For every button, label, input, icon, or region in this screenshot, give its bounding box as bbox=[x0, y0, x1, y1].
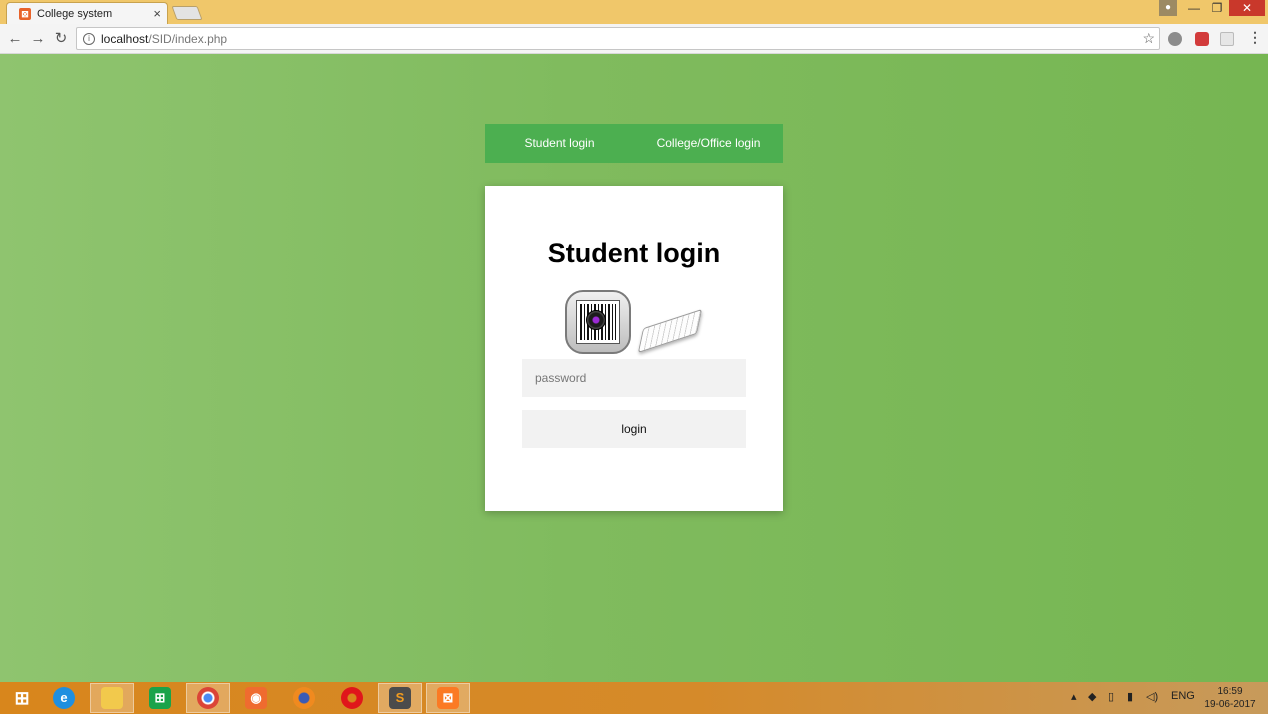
chrome-icon[interactable] bbox=[186, 683, 230, 713]
scanner-frame bbox=[576, 300, 620, 344]
nav-college-office-login[interactable]: College/Office login bbox=[634, 124, 783, 163]
browser-menu-icon[interactable]: ⋮ bbox=[1248, 29, 1262, 46]
orange-app-logo: ◉ bbox=[245, 687, 267, 709]
nav-student-login[interactable]: Student login bbox=[485, 124, 634, 163]
login-type-nav: Student login College/Office login bbox=[485, 124, 783, 163]
page-background: Student login College/Office login Stude… bbox=[0, 54, 1268, 682]
extension-box-icon[interactable] bbox=[1220, 32, 1234, 46]
opera-icon[interactable] bbox=[330, 683, 374, 713]
close-window-button[interactable]: ✕ bbox=[1229, 0, 1265, 16]
bookmark-star-icon[interactable]: ☆ bbox=[1142, 30, 1155, 47]
info-icon[interactable]: i bbox=[83, 32, 95, 45]
card-title: Student login bbox=[547, 238, 721, 268]
opera-logo bbox=[341, 687, 363, 709]
user-profile-icon[interactable]: ● bbox=[1159, 0, 1177, 16]
windows-taskbar: ⊞ e ⊞ ◉ S ⊠ ▴ ◆ ▯ ▮ ◁) ENG 16:59 19-06-2… bbox=[0, 682, 1268, 714]
url-host: localhost bbox=[101, 31, 149, 46]
folder-logo bbox=[101, 687, 123, 709]
sublime-text-icon[interactable]: S bbox=[378, 683, 422, 713]
url-path: /SID/index.php bbox=[148, 31, 228, 46]
tab-title: College system bbox=[37, 7, 113, 20]
device-tray-icon[interactable]: ▯ bbox=[1108, 690, 1114, 703]
system-clock[interactable]: 16:59 19-06-2017 bbox=[1200, 685, 1260, 711]
windows-logo: ⊞ bbox=[14, 688, 30, 708]
login-button[interactable]: login bbox=[522, 410, 746, 448]
store-logo: ⊞ bbox=[149, 687, 171, 709]
network-tray-icon[interactable]: ◆ bbox=[1088, 690, 1096, 703]
battery-tray-icon[interactable]: ▮ bbox=[1127, 690, 1133, 703]
xampp-favicon-icon: ⊠ bbox=[19, 7, 31, 20]
clock-time: 16:59 bbox=[1217, 686, 1243, 697]
xampp-logo: ⊠ bbox=[437, 687, 459, 709]
firefox-icon[interactable] bbox=[282, 683, 326, 713]
browser-titlebar: ⊠ College system × ● — ❐ ✕ bbox=[0, 0, 1268, 24]
extension-globe-icon[interactable] bbox=[1168, 32, 1182, 46]
orange-app-icon[interactable]: ◉ bbox=[234, 683, 278, 713]
address-bar[interactable]: i localhost /SID/index.php ☆ bbox=[76, 27, 1160, 50]
clock-date: 19-06-2017 bbox=[1204, 699, 1256, 710]
camera-lens-icon bbox=[586, 310, 606, 330]
language-indicator[interactable]: ENG bbox=[1171, 690, 1195, 702]
sublime-logo: S bbox=[389, 687, 411, 709]
extension-shield-icon[interactable] bbox=[1195, 32, 1209, 46]
login-card: Student login login bbox=[485, 186, 783, 511]
file-explorer-icon[interactable] bbox=[90, 683, 134, 713]
store-icon[interactable]: ⊞ bbox=[138, 683, 182, 713]
tab-close-icon[interactable]: × bbox=[153, 6, 161, 21]
maximize-button[interactable]: ❐ bbox=[1206, 0, 1228, 16]
show-hidden-icons-icon[interactable]: ▴ bbox=[1071, 690, 1077, 703]
keyboard-icon[interactable] bbox=[637, 308, 703, 354]
xampp-icon[interactable]: ⊠ bbox=[426, 683, 470, 713]
password-input[interactable] bbox=[522, 359, 746, 397]
windows-start-icon[interactable]: ⊞ bbox=[0, 683, 44, 713]
reload-icon[interactable]: ↻ bbox=[51, 29, 71, 49]
browser-tab[interactable]: ⊠ College system × bbox=[6, 2, 168, 24]
firefox-logo bbox=[293, 687, 315, 709]
minimize-button[interactable]: — bbox=[1184, 0, 1204, 16]
chrome-logo bbox=[197, 687, 219, 709]
ie-logo: e bbox=[53, 687, 75, 709]
volume-icon[interactable]: ◁) bbox=[1146, 690, 1158, 703]
back-arrow-icon[interactable]: ← bbox=[5, 29, 25, 49]
barcode-scanner-icon[interactable] bbox=[565, 290, 631, 354]
forward-arrow-icon[interactable]: → bbox=[28, 29, 48, 49]
new-tab-button[interactable] bbox=[171, 6, 203, 20]
browser-toolbar: ← → ↻ i localhost /SID/index.php ☆ ⋮ bbox=[0, 24, 1268, 54]
internet-explorer-icon[interactable]: e bbox=[42, 683, 86, 713]
